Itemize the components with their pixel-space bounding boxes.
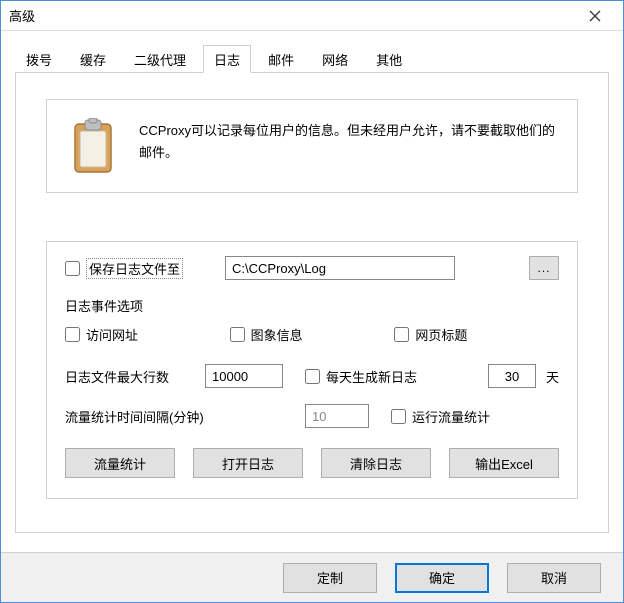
titlebar: 高级 (1, 1, 623, 31)
row-save-path: 保存日志文件至 ... (65, 256, 559, 280)
image-info-checkbox-label[interactable]: 图象信息 (230, 325, 395, 344)
visit-url-text: 访问网址 (86, 325, 138, 344)
image-info-text: 图象信息 (251, 325, 303, 344)
clipboard-icon (69, 118, 117, 174)
tab-network[interactable]: 网络 (311, 45, 359, 72)
clear-log-button[interactable]: 清除日志 (321, 448, 431, 478)
save-log-checkbox-label[interactable]: 保存日志文件至 (65, 258, 183, 279)
save-log-label-text: 保存日志文件至 (86, 258, 183, 279)
ok-button[interactable]: 确定 (395, 563, 489, 593)
page-title-checkbox-label[interactable]: 网页标题 (394, 325, 559, 344)
tab-dial[interactable]: 拨号 (15, 45, 63, 72)
run-stats-text: 运行流量统计 (412, 407, 490, 426)
window-title: 高级 (9, 6, 575, 25)
days-input[interactable] (488, 364, 536, 388)
daily-new-checkbox[interactable] (305, 369, 320, 384)
dialog-footer: 定制 确定 取消 (1, 552, 623, 602)
interval-input (305, 404, 369, 428)
export-excel-button[interactable]: 输出Excel (449, 448, 559, 478)
tab-secondary-proxy[interactable]: 二级代理 (123, 45, 197, 72)
page-title-checkbox[interactable] (394, 327, 409, 342)
events-section-label: 日志事件选项 (65, 296, 559, 315)
tab-mail[interactable]: 邮件 (257, 45, 305, 72)
stats-button[interactable]: 流量统计 (65, 448, 175, 478)
info-text: CCProxy可以记录每位用户的信息。但未经用户允许，请不要截取他们的邮件。 (139, 118, 555, 164)
daily-new-checkbox-label[interactable]: 每天生成新日志 (305, 367, 417, 386)
tab-log[interactable]: 日志 (203, 45, 251, 73)
dialog-window: 高级 拨号 缓存 二级代理 日志 邮件 网络 其他 (0, 0, 624, 603)
log-path-input[interactable] (225, 256, 455, 280)
run-stats-checkbox[interactable] (391, 409, 406, 424)
tab-panel-log: CCProxy可以记录每位用户的信息。但未经用户允许，请不要截取他们的邮件。 保… (15, 73, 609, 533)
action-button-row: 流量统计 打开日志 清除日志 输出Excel (65, 448, 559, 478)
interval-label: 流量统计时间间隔(分钟) (65, 407, 305, 426)
row-interval: 流量统计时间间隔(分钟) 运行流量统计 (65, 404, 559, 428)
open-log-button[interactable]: 打开日志 (193, 448, 303, 478)
browse-button[interactable]: ... (529, 256, 559, 280)
tab-strip: 拨号 缓存 二级代理 日志 邮件 网络 其他 (15, 45, 609, 73)
run-stats-checkbox-label[interactable]: 运行流量统计 (391, 407, 490, 426)
image-info-checkbox[interactable] (230, 327, 245, 342)
max-lines-input[interactable] (205, 364, 283, 388)
cancel-button[interactable]: 取消 (507, 563, 601, 593)
visit-url-checkbox[interactable] (65, 327, 80, 342)
visit-url-checkbox-label[interactable]: 访问网址 (65, 325, 230, 344)
log-settings-group: 保存日志文件至 ... 日志事件选项 访问网址 图象信息 (46, 241, 578, 499)
row-max-lines: 日志文件最大行数 每天生成新日志 天 (65, 364, 559, 388)
close-button[interactable] (575, 2, 615, 30)
max-lines-label: 日志文件最大行数 (65, 367, 205, 386)
daily-new-text: 每天生成新日志 (326, 367, 417, 386)
close-icon (589, 10, 601, 22)
save-log-checkbox[interactable] (65, 261, 80, 276)
tab-cache[interactable]: 缓存 (69, 45, 117, 72)
content-area: 拨号 缓存 二级代理 日志 邮件 网络 其他 CCProxy可以记录每位用户的信… (1, 31, 623, 533)
tab-other[interactable]: 其他 (365, 45, 413, 72)
page-title-text: 网页标题 (415, 325, 467, 344)
customize-button[interactable]: 定制 (283, 563, 377, 593)
info-box: CCProxy可以记录每位用户的信息。但未经用户允许，请不要截取他们的邮件。 (46, 99, 578, 193)
events-checks-row: 访问网址 图象信息 网页标题 (65, 325, 559, 344)
days-unit: 天 (546, 367, 559, 386)
